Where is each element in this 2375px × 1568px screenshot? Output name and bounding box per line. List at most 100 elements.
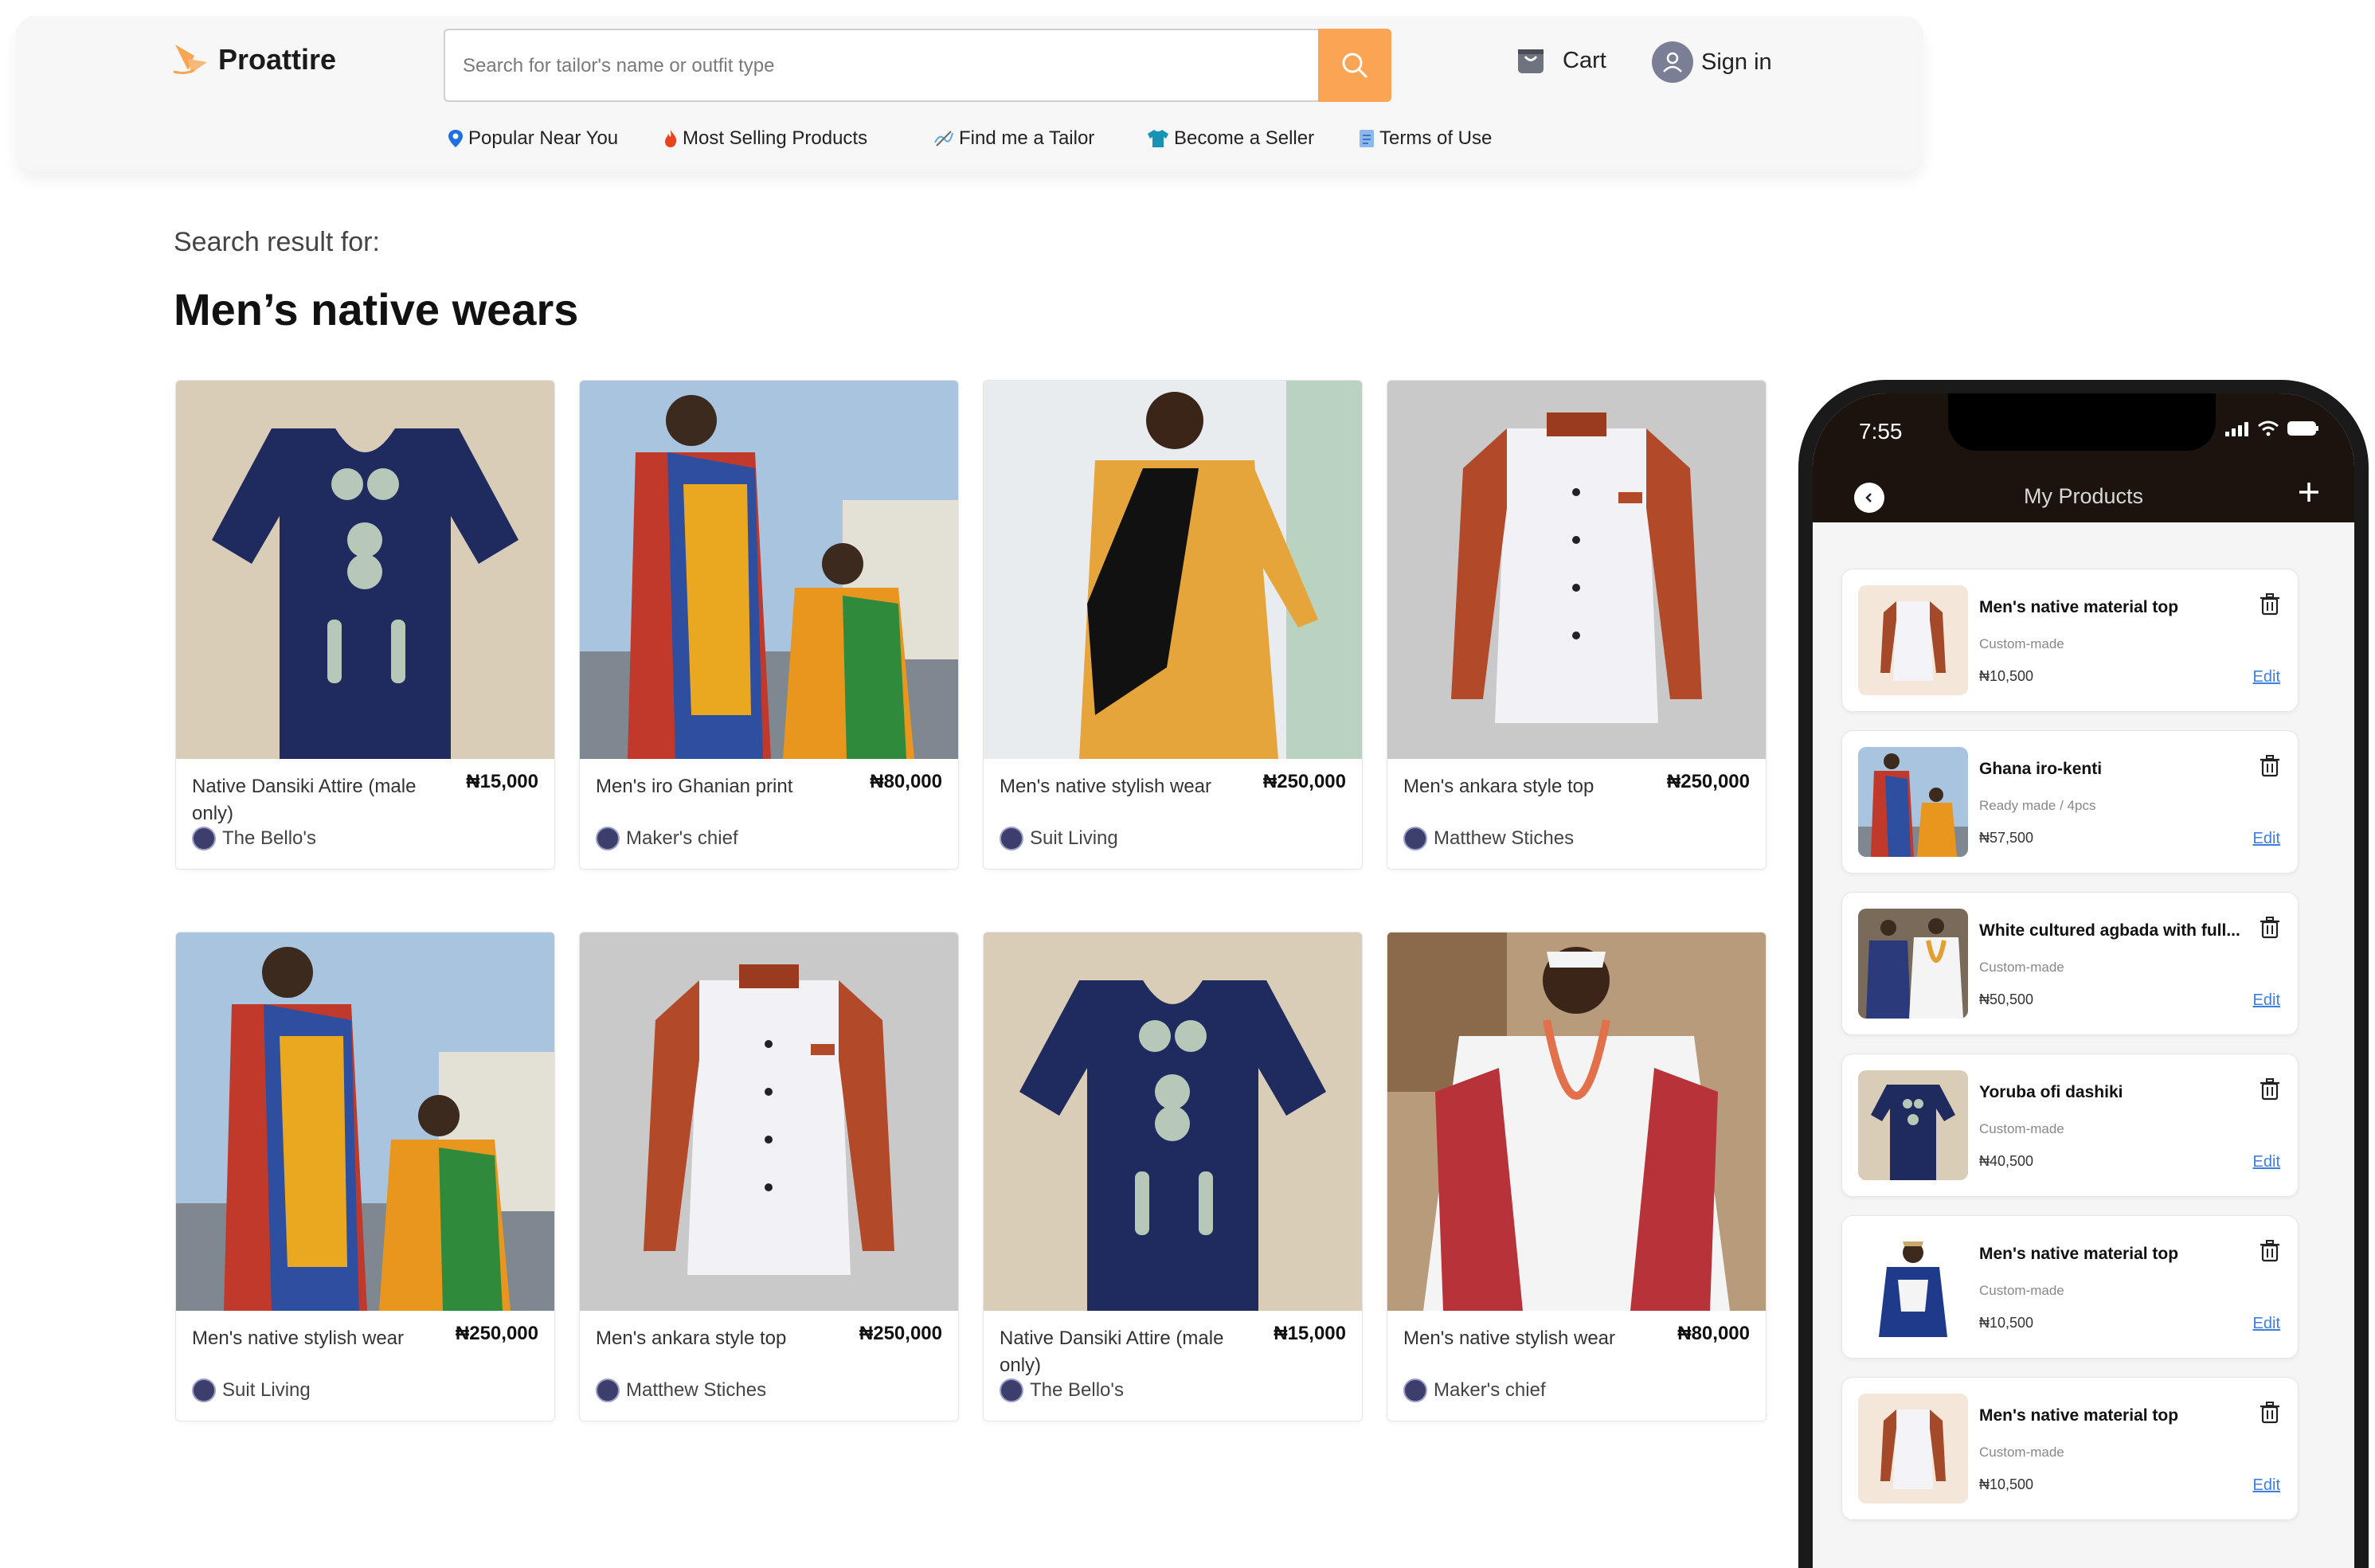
my-product-card[interactable]: Ghana iro-kenti Ready made / 4pcs ₦57,50… bbox=[1841, 730, 2299, 874]
shopping-bag-icon bbox=[1518, 49, 1544, 73]
trash-icon[interactable] bbox=[2260, 593, 2280, 616]
nav-label: Popular Near You bbox=[468, 127, 619, 149]
seller-info[interactable]: Suit Living bbox=[1000, 827, 1118, 850]
product-image bbox=[984, 381, 1362, 759]
my-product-name: Ghana iro-kenti bbox=[1979, 760, 2103, 778]
product-card[interactable]: Native Dansiki Attire (male only) ₦15,00… bbox=[983, 932, 1363, 1421]
search-result-label: Search result for: bbox=[174, 227, 380, 257]
sign-in-button[interactable]: Sign in bbox=[1652, 41, 1772, 83]
product-name: Men's ankara style top bbox=[596, 1328, 787, 1349]
trash-icon[interactable] bbox=[2260, 917, 2280, 939]
search-input[interactable] bbox=[461, 30, 1261, 102]
sign-in-label: Sign in bbox=[1701, 49, 1772, 75]
nav-terms-of-use[interactable]: Terms of Use bbox=[1359, 127, 1492, 150]
edit-link[interactable]: Edit bbox=[2253, 1476, 2280, 1495]
product-name: Men's native stylish wear bbox=[1403, 1328, 1616, 1349]
edit-link[interactable]: Edit bbox=[2253, 668, 2280, 686]
seller-info[interactable]: Maker's chief bbox=[1403, 1378, 1546, 1402]
seller-name: Suit Living bbox=[222, 1379, 311, 1401]
my-product-card[interactable]: Yoruba ofi dashiki Custom-made ₦40,500 E… bbox=[1841, 1054, 2299, 1197]
product-price: ₦250,000 bbox=[1262, 771, 1346, 792]
trash-icon[interactable] bbox=[2260, 1402, 2280, 1424]
my-product-card[interactable]: White cultured agbada with full... Custo… bbox=[1841, 892, 2299, 1035]
my-product-price: ₦10,500 bbox=[1979, 1315, 2034, 1331]
product-card[interactable]: Native Dansiki Attire (male only) ₦15,00… bbox=[175, 380, 555, 870]
nav-become-a-seller[interactable]: Become a Seller bbox=[1147, 127, 1314, 150]
seller-name: Matthew Stiches bbox=[1434, 827, 1575, 849]
my-product-card[interactable]: Men's native material top Custom-made ₦1… bbox=[1841, 1377, 2299, 1520]
product-thumbnail bbox=[1858, 909, 1968, 1019]
seller-avatar bbox=[1000, 1378, 1023, 1402]
my-product-price: ₦50,500 bbox=[1979, 991, 2034, 1007]
my-product-type: Custom-made bbox=[1979, 1283, 2064, 1298]
product-card[interactable]: Men's native stylish wear ₦80,000 Maker'… bbox=[1387, 932, 1767, 1421]
brand-logo[interactable]: Proattire bbox=[170, 40, 336, 80]
battery-icon bbox=[2287, 421, 2318, 436]
seller-info[interactable]: Matthew Stiches bbox=[1403, 827, 1574, 850]
product-thumbnail bbox=[1858, 747, 1968, 857]
seller-info[interactable]: Matthew Stiches bbox=[596, 1378, 766, 1402]
status-time: 7:55 bbox=[1859, 419, 1903, 444]
edit-link[interactable]: Edit bbox=[2253, 991, 2280, 1010]
seller-avatar bbox=[192, 1378, 216, 1402]
product-card[interactable]: Men's native stylish wear ₦250,000 Suit … bbox=[175, 932, 555, 1421]
seller-avatar bbox=[596, 827, 620, 850]
my-product-card[interactable]: Men's native material top Custom-made ₦1… bbox=[1841, 1215, 2299, 1359]
product-name: Men's iro Ghanian print bbox=[596, 776, 793, 797]
phone-screen: 7:55 My Products Men's native material t… bbox=[1813, 393, 2354, 1568]
product-thumbnail bbox=[1858, 1070, 1968, 1180]
nav-most-selling-products[interactable]: Most Selling Products bbox=[663, 127, 867, 150]
add-product-button[interactable] bbox=[2297, 473, 2321, 510]
search-button[interactable] bbox=[1318, 29, 1391, 102]
my-product-name: White cultured agbada with full... bbox=[1979, 921, 2240, 940]
my-product-type: Custom-made bbox=[1979, 636, 2064, 651]
my-product-name: Men's native material top bbox=[1979, 598, 2179, 616]
product-thumbnail bbox=[1858, 1394, 1968, 1503]
product-card[interactable]: Men's ankara style top ₦250,000 Matthew … bbox=[1387, 380, 1767, 870]
trash-icon[interactable] bbox=[2260, 755, 2280, 777]
product-image bbox=[176, 381, 554, 759]
product-card[interactable]: Men's iro Ghanian print ₦80,000 Maker's … bbox=[579, 380, 959, 870]
my-product-type: Custom-made bbox=[1979, 1121, 2064, 1136]
my-product-price: ₦57,500 bbox=[1979, 830, 2034, 846]
location-pin-icon bbox=[448, 130, 463, 147]
my-product-card[interactable]: Men's native material top Custom-made ₦1… bbox=[1841, 569, 2299, 712]
product-card[interactable]: Men's ankara style top ₦250,000 Matthew … bbox=[579, 932, 959, 1421]
signal-icon bbox=[2225, 422, 2248, 436]
my-product-price: ₦40,500 bbox=[1979, 1153, 2034, 1169]
search-query-title: Men’s native wears bbox=[174, 284, 579, 334]
cart-button[interactable]: Cart bbox=[1513, 43, 1606, 78]
nav-popular-near-you[interactable]: Popular Near You bbox=[448, 127, 618, 150]
edit-link[interactable]: Edit bbox=[2253, 1315, 2280, 1333]
user-icon bbox=[1652, 41, 1693, 83]
seller-avatar bbox=[1403, 1378, 1427, 1402]
brand-name: Proattire bbox=[218, 43, 337, 76]
product-price: ₦80,000 bbox=[1677, 1323, 1750, 1344]
product-name: Native Dansiki Attire (male only) bbox=[1000, 1328, 1224, 1376]
seller-info[interactable]: The Bello's bbox=[1000, 1378, 1124, 1402]
trash-icon[interactable] bbox=[2260, 1078, 2280, 1101]
seller-avatar bbox=[1403, 827, 1427, 850]
seller-info[interactable]: Maker's chief bbox=[596, 827, 738, 850]
product-thumbnail bbox=[1858, 1232, 1968, 1342]
cart-label: Cart bbox=[1563, 47, 1606, 73]
seller-avatar bbox=[1000, 827, 1023, 850]
edit-link[interactable]: Edit bbox=[2253, 1153, 2280, 1171]
nav-find-me-a-tailor[interactable]: Find me a Tailor bbox=[933, 127, 1094, 150]
product-price: ₦250,000 bbox=[859, 1323, 942, 1344]
seller-info[interactable]: The Bello's bbox=[192, 827, 316, 850]
trash-icon[interactable] bbox=[2260, 1240, 2280, 1262]
site-header: Proattire Cart Sign in Popular Near bbox=[16, 16, 1923, 171]
my-product-type: Custom-made bbox=[1979, 960, 2064, 975]
phone-notch bbox=[1948, 393, 2216, 451]
search-bar bbox=[444, 29, 1391, 102]
product-card[interactable]: Men's native stylish wear ₦250,000 Suit … bbox=[983, 380, 1363, 870]
product-name: Men's native stylish wear bbox=[192, 1328, 405, 1349]
my-product-name: Men's native material top bbox=[1979, 1245, 2179, 1263]
fire-icon bbox=[665, 130, 677, 147]
seller-name: Maker's chief bbox=[626, 827, 738, 849]
seller-info[interactable]: Suit Living bbox=[192, 1378, 311, 1402]
product-image bbox=[176, 933, 554, 1311]
screen-title: My Products bbox=[2023, 484, 2144, 508]
edit-link[interactable]: Edit bbox=[2253, 830, 2280, 848]
